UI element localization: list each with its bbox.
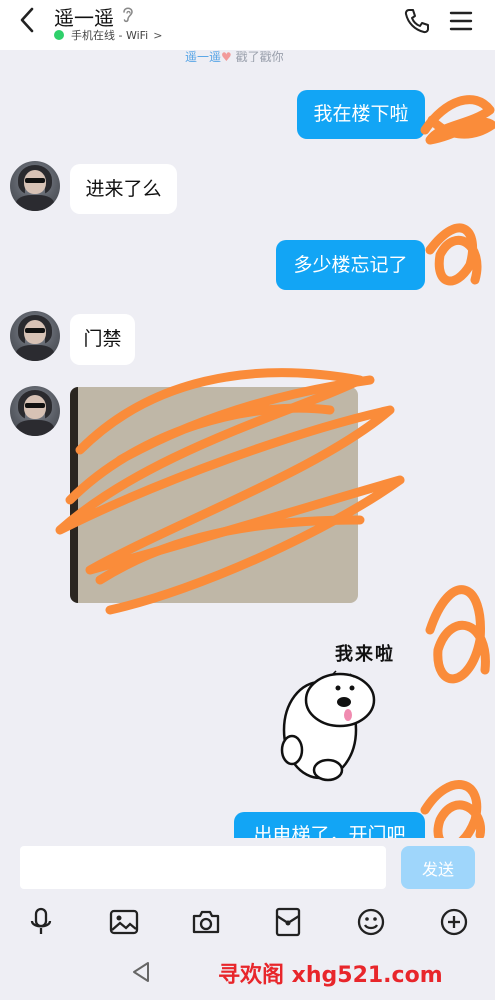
message-input-bar: 发送 [0,838,495,900]
system-nav-bar: 寻欢阁 xhg521.com [0,945,495,1000]
nav-back-icon[interactable] [130,960,152,984]
redaction-scribbles [55,95,495,840]
chevron-right-icon: > [153,28,163,42]
ear-icon [123,7,133,23]
message-input[interactable] [20,846,386,889]
send-button[interactable]: 发送 [401,846,475,889]
camera-icon[interactable] [190,906,222,938]
menu-icon[interactable] [448,8,474,34]
chat-toolbar [0,900,495,945]
red-packet-icon[interactable] [272,906,304,938]
plus-icon[interactable] [438,906,470,938]
chat-messages[interactable]: 遥一遥♥ 戳了戳你 我在楼下啦 进来了么 多少楼忘记了 门禁 我来啦 出电梯了，… [0,50,495,840]
phone-call-icon[interactable] [403,7,431,35]
emoji-icon[interactable] [355,906,387,938]
online-status-text: 手机在线 - WiFi [71,29,149,42]
watermark-text: 寻欢阁 xhg521.com [218,963,443,988]
online-status[interactable]: 手机在线 - WiFi > [54,28,162,42]
back-arrow-icon[interactable] [14,6,42,34]
image-icon[interactable] [108,906,140,938]
chat-header: 遥一遥 手机在线 - WiFi > [0,0,495,50]
mic-icon[interactable] [25,906,57,938]
online-dot-icon [54,30,64,40]
